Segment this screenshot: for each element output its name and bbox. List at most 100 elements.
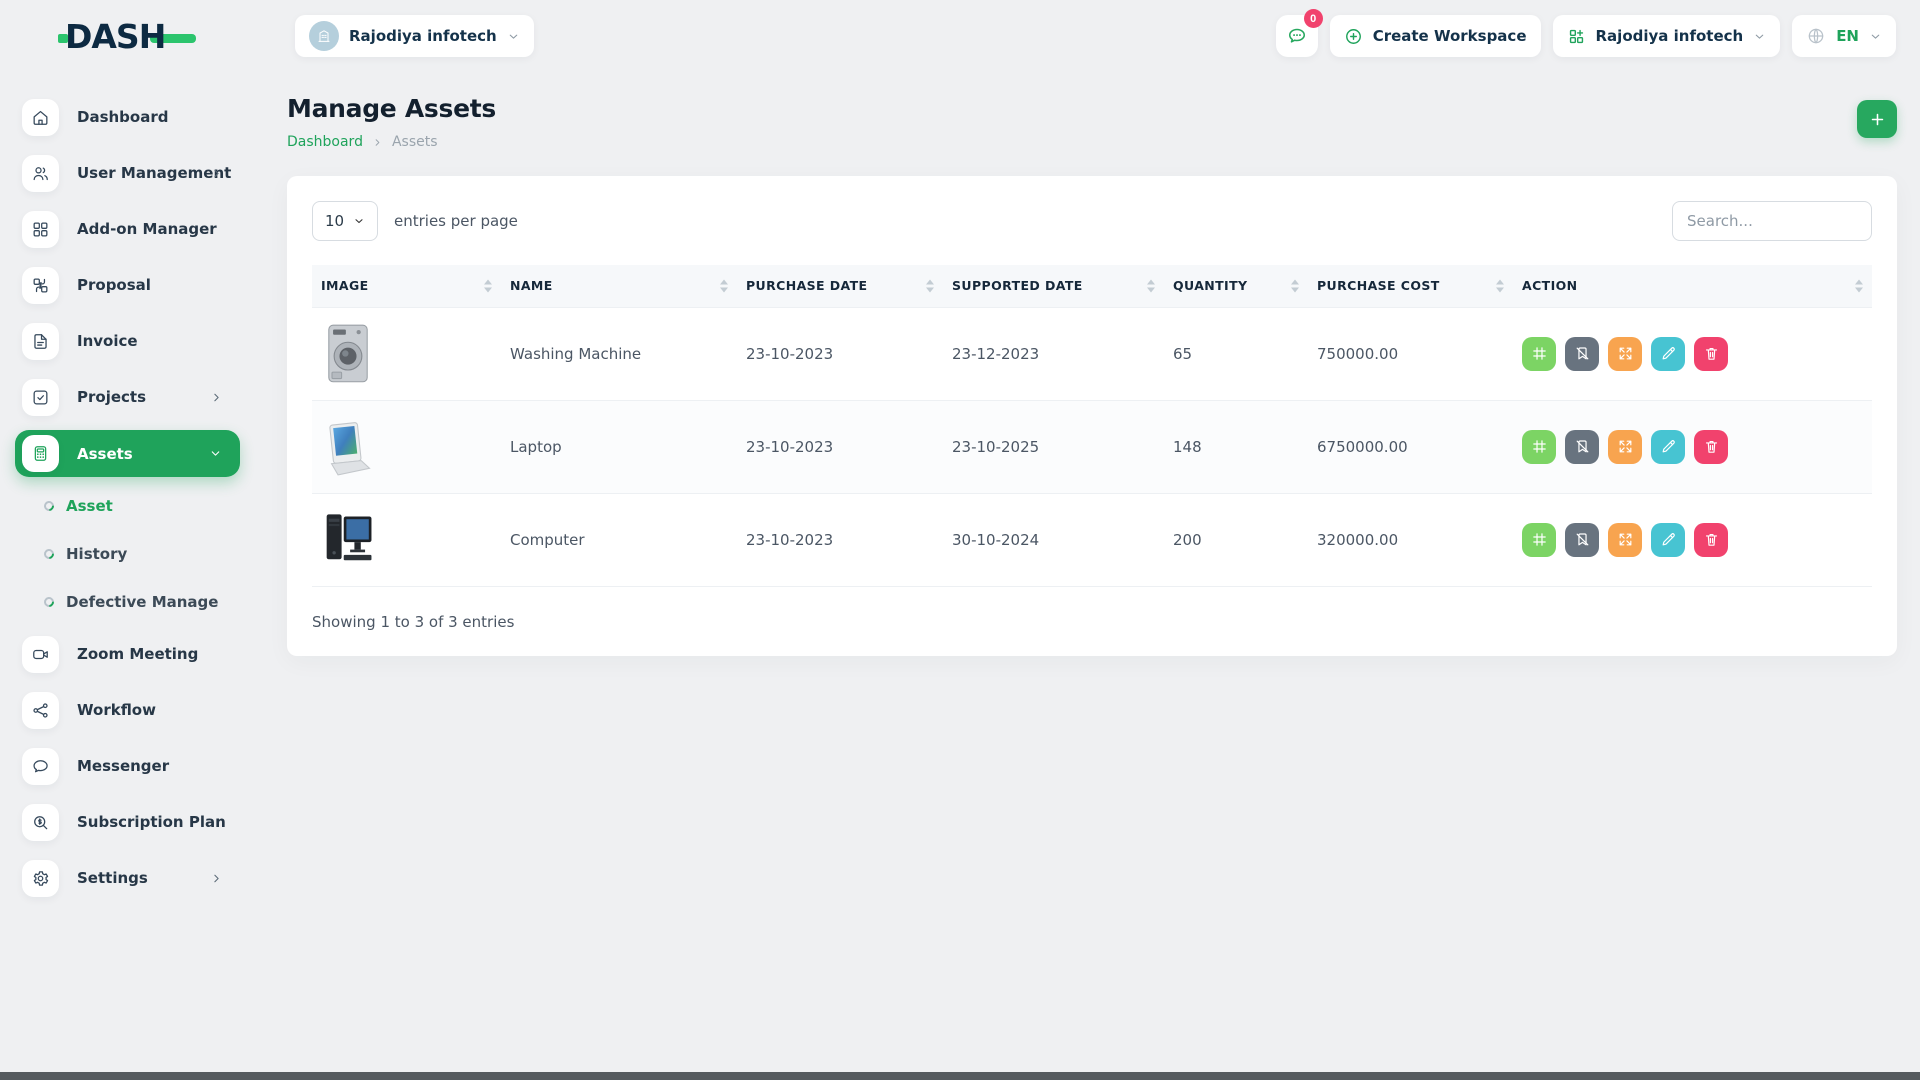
chevron-right-icon [372, 137, 383, 148]
sort-icon[interactable] [1291, 279, 1299, 292]
sidebar-item-proposal[interactable]: Proposal [0, 262, 245, 308]
bookmark-off-button[interactable] [1565, 337, 1599, 371]
sidebar-item-messenger[interactable]: Messenger [0, 743, 245, 789]
assets-table: IMAGE NAME PURCHASE DATE SUPPORTED DATE … [312, 265, 1872, 587]
bullet-icon [42, 499, 56, 513]
workspace-selector[interactable]: Rajodiya infotech [295, 15, 534, 57]
column-header-name[interactable]: NAME [501, 265, 737, 307]
column-header-action[interactable]: ACTION [1513, 265, 1872, 307]
column-header-purchase-cost[interactable]: PURCHASE COST [1308, 265, 1513, 307]
search-dollar-icon [22, 804, 59, 841]
expand-button[interactable] [1608, 337, 1642, 371]
table-row: Laptop 23-10-2023 23-10-2025 148 6750000… [312, 400, 1872, 493]
chevron-right-icon [210, 391, 223, 404]
sidebar-item-projects[interactable]: Projects [0, 374, 245, 420]
bookmark-off-button[interactable] [1565, 430, 1599, 464]
cell-quantity: 65 [1164, 307, 1308, 400]
sort-icon[interactable] [926, 279, 934, 292]
language-selector[interactable]: EN [1792, 15, 1896, 57]
sort-icon[interactable] [720, 279, 728, 292]
pencil-icon [1660, 345, 1677, 362]
trash-icon [1703, 531, 1720, 548]
edit-button[interactable] [1651, 430, 1685, 464]
sidebar-item-subscription-plan[interactable]: Subscription Plan [0, 799, 245, 845]
workspace-name: Rajodiya infotech [349, 27, 497, 45]
messages-button[interactable]: 0 [1276, 15, 1318, 57]
bookmark-off-button[interactable] [1565, 523, 1599, 557]
sidebar-item-dashboard[interactable]: Dashboard [0, 94, 245, 140]
edit-button[interactable] [1651, 523, 1685, 557]
pencil-icon [1660, 438, 1677, 455]
workspace-avatar [309, 21, 339, 51]
sidebar: DASH Dashboard User Management Add-on Ma… [0, 0, 245, 1080]
workspace-dropdown[interactable]: Rajodiya infotech [1553, 15, 1781, 57]
create-workspace-button[interactable]: Create Workspace [1330, 15, 1541, 57]
sidebar-item-workflow[interactable]: Workflow [0, 687, 245, 733]
table-row: Washing Machine 23-10-2023 23-12-2023 65… [312, 307, 1872, 400]
chevron-down-icon [1753, 30, 1766, 43]
cell-purchase-cost: 6750000.00 [1308, 400, 1513, 493]
gear-icon [22, 860, 59, 897]
cell-quantity: 200 [1164, 493, 1308, 586]
search-input[interactable] [1672, 201, 1872, 241]
sidebar-item-label: User Management [77, 164, 231, 182]
expand-button[interactable] [1608, 523, 1642, 557]
horizontal-scrollbar[interactable] [0, 1072, 1920, 1080]
delete-button[interactable] [1694, 523, 1728, 557]
cell-purchase-cost: 320000.00 [1308, 493, 1513, 586]
logo-text: DASH [65, 17, 165, 56]
column-header-purchase-date[interactable]: PURCHASE DATE [737, 265, 943, 307]
asset-tag-button[interactable] [1522, 523, 1556, 557]
sidebar-item-settings[interactable]: Settings [0, 855, 245, 901]
washing-machine-image [321, 322, 375, 386]
cell-quantity: 148 [1164, 400, 1308, 493]
sidebar-subitem-asset[interactable]: Asset [0, 487, 245, 525]
edit-button[interactable] [1651, 337, 1685, 371]
sidebar-item-user-management[interactable]: User Management [0, 150, 245, 196]
delete-button[interactable] [1694, 430, 1728, 464]
entries-per-page-select[interactable]: 10 [312, 201, 378, 241]
computer-image [321, 508, 375, 572]
sidebar-item-addon-manager[interactable]: Add-on Manager [0, 206, 245, 252]
sort-icon[interactable] [484, 279, 492, 292]
delete-button[interactable] [1694, 337, 1728, 371]
create-workspace-label: Create Workspace [1373, 27, 1527, 45]
sidebar-item-zoom-meeting[interactable]: Zoom Meeting [0, 631, 245, 677]
logo[interactable]: DASH [0, 0, 245, 72]
breadcrumb-dashboard-link[interactable]: Dashboard [287, 134, 363, 150]
sidebar-item-invoice[interactable]: Invoice [0, 318, 245, 364]
sidebar-subitem-defective-manage[interactable]: Defective Manage [0, 583, 245, 621]
users-icon [22, 155, 59, 192]
sidebar-subitem-history[interactable]: History [0, 535, 245, 573]
chevron-down-icon [1869, 30, 1882, 43]
page-title: Manage Assets [287, 94, 496, 123]
proposal-route-icon [22, 267, 59, 304]
asset-tag-button[interactable] [1522, 430, 1556, 464]
sort-icon[interactable] [1147, 279, 1155, 292]
table-info-text: Showing 1 to 3 of 3 entries [312, 587, 1872, 631]
sidebar-item-assets[interactable]: Assets [15, 430, 240, 477]
sidebar-item-label: Messenger [77, 757, 169, 775]
add-asset-button[interactable] [1857, 100, 1897, 138]
trash-icon [1703, 345, 1720, 362]
chevron-down-icon [209, 447, 222, 460]
sidebar-item-label: Projects [77, 388, 146, 406]
column-header-supported-date[interactable]: SUPPORTED DATE [943, 265, 1164, 307]
sort-icon[interactable] [1855, 279, 1863, 292]
sidebar-item-label: Settings [77, 869, 148, 887]
asset-tag-button[interactable] [1522, 337, 1556, 371]
sidebar-item-label: Add-on Manager [77, 220, 217, 238]
sort-icon[interactable] [1496, 279, 1504, 292]
messages-badge: 0 [1304, 9, 1323, 28]
bullet-icon [42, 547, 56, 561]
pencil-icon [1660, 531, 1677, 548]
expand-button[interactable] [1608, 430, 1642, 464]
cell-supported-date: 30-10-2024 [943, 493, 1164, 586]
cell-purchase-date: 23-10-2023 [737, 493, 943, 586]
column-header-quantity[interactable]: QUANTITY [1164, 265, 1308, 307]
bookmark-slash-icon [1574, 438, 1591, 455]
frame-hash-icon [1531, 531, 1548, 548]
assets-calculator-icon [22, 435, 59, 472]
sidebar-item-label: Assets [77, 445, 133, 463]
column-header-image[interactable]: IMAGE [312, 265, 501, 307]
